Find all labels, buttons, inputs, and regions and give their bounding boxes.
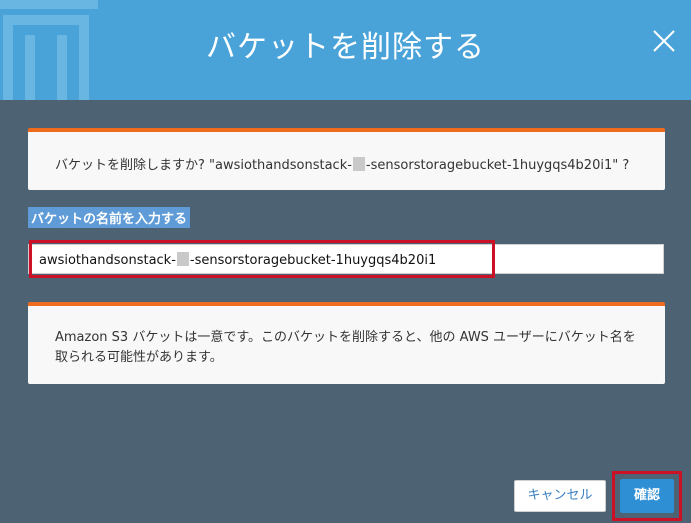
notice-card: Amazon S3 バケットは一意です。このバケットを削除すると、他の AWS … xyxy=(28,302,665,384)
confirm-button[interactable]: 確認 xyxy=(620,479,674,513)
confirm-message-card: バケットを削除しますか? "awsiothandsonstack- -sensor… xyxy=(28,128,665,190)
cancel-button[interactable]: キャンセル xyxy=(514,480,606,512)
bucket-name-value: awsiothandsonstack- -sensorstoragebucket-… xyxy=(39,252,436,268)
close-icon[interactable] xyxy=(651,28,677,54)
notice-text: Amazon S3 バケットは一意です。このバケットを削除すると、他の AWS … xyxy=(55,330,636,365)
bucket-name-label: バケットの名前を入力する xyxy=(28,207,191,228)
dialog-title: バケットを削除する xyxy=(206,30,485,65)
confirm-message-suffix: -sensorstoragebucket-1huygqs4b20i1" ? xyxy=(365,158,630,173)
bucket-name-input[interactable]: awsiothandsonstack- -sensorstoragebucket-… xyxy=(28,244,664,274)
redaction-mask xyxy=(176,252,189,266)
confirm-message-prefix: バケットを削除しますか? "awsiothandsonstack- xyxy=(55,158,352,173)
confirm-message: バケットを削除しますか? "awsiothandsonstack- -sensor… xyxy=(55,154,629,173)
dialog-header: バケットを削除する xyxy=(0,0,691,100)
redaction-mask xyxy=(352,157,365,171)
bucket-name-value-prefix: awsiothandsonstack- xyxy=(39,253,176,268)
bucket-name-value-suffix: -sensorstoragebucket-1huygqs4b20i1 xyxy=(189,253,437,268)
